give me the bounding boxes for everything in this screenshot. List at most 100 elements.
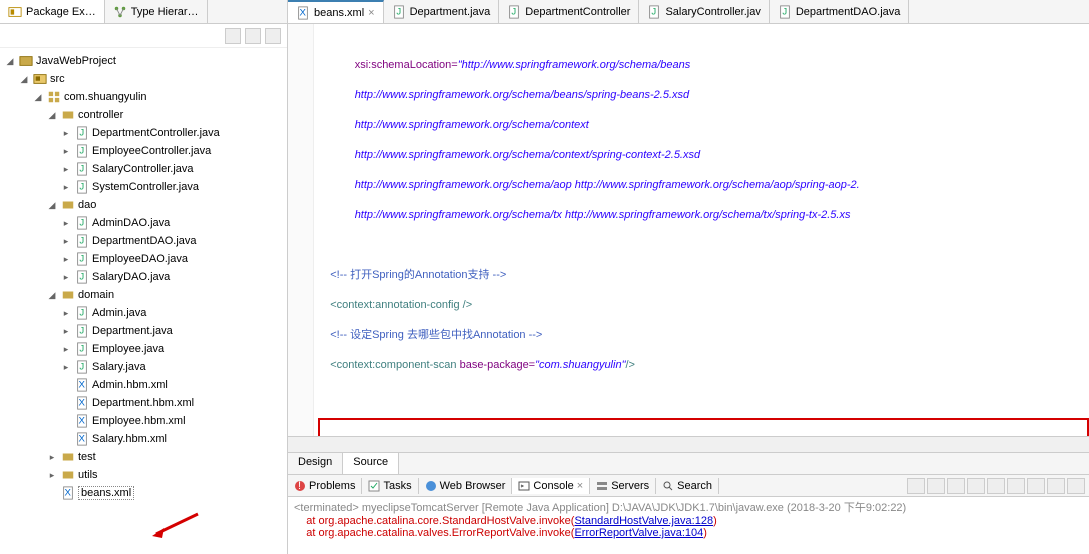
editor-tab-label: DepartmentDAO.java <box>796 6 901 18</box>
svg-text:J: J <box>79 326 84 337</box>
code-editor[interactable]: xsi:schemaLocation="http://www.springfra… <box>288 24 1089 436</box>
tree-label: com.shuangyulin <box>64 91 147 103</box>
code-line: <context:annotation-config /> <box>318 298 1089 313</box>
project-tree[interactable]: ◢JavaWebProject ◢src ◢com.shuangyulin ◢c… <box>0 48 287 554</box>
tab-design[interactable]: Design <box>288 453 343 474</box>
tab-type-hierarchy[interactable]: Type Hierar… <box>105 0 208 23</box>
tree-package[interactable]: ◢com.shuangyulin <box>0 88 287 106</box>
tree-java-file[interactable]: ▸JDepartment.java <box>0 322 287 340</box>
highlighted-code-block: <bean id="dataSource" class="com.mchange… <box>318 418 1089 436</box>
editor-tab-beans[interactable]: Xbeans.xml× <box>288 0 384 23</box>
view-tab-tasks[interactable]: Tasks <box>362 478 418 494</box>
tree-java-file[interactable]: ▸JEmployee.java <box>0 340 287 358</box>
tree-dao[interactable]: ◢dao <box>0 196 287 214</box>
view-tab-web[interactable]: Web Browser <box>419 478 513 494</box>
tree-java-file[interactable]: ▸JDepartmentController.java <box>0 124 287 142</box>
editor-tab[interactable]: JDepartmentController <box>499 0 639 23</box>
stacktrace-link[interactable]: ErrorReportValve.java:104 <box>574 527 703 539</box>
tree-src[interactable]: ◢src <box>0 70 287 88</box>
package-icon <box>61 108 75 122</box>
view-tab-search[interactable]: Search <box>656 478 719 494</box>
stacktrace-link[interactable]: StandardHostValve.java:128 <box>574 515 713 527</box>
tree-domain[interactable]: ◢domain <box>0 286 287 304</box>
tree-xml-file[interactable]: XAdmin.hbm.xml <box>0 376 287 394</box>
close-icon[interactable]: × <box>577 480 583 492</box>
tree-utils[interactable]: ▸utils <box>0 466 287 484</box>
remove-all-button[interactable] <box>927 478 945 494</box>
tree-java-file[interactable]: ▸JSystemController.java <box>0 178 287 196</box>
tree-label: dao <box>78 199 96 211</box>
svg-text:J: J <box>79 128 84 139</box>
console-status: <terminated> myeclipseTomcatServer [Remo… <box>294 499 1083 515</box>
view-tab-console[interactable]: Console × <box>512 478 590 494</box>
tab-package-explorer[interactable]: Package Ex… <box>0 0 105 23</box>
tree-java-file[interactable]: ▸JAdmin.java <box>0 304 287 322</box>
svg-text:J: J <box>79 344 84 355</box>
collapse-all-button[interactable] <box>225 28 241 44</box>
svg-text:J: J <box>79 236 84 247</box>
tree-label: SystemController.java <box>92 181 199 193</box>
tree-xml-file[interactable]: XSalary.hbm.xml <box>0 430 287 448</box>
view-label: Search <box>677 480 712 492</box>
editor-tab[interactable]: JDepartment.java <box>384 0 500 23</box>
pin-console-button[interactable] <box>987 478 1005 494</box>
tree-java-file[interactable]: ▸JEmployeeDAO.java <box>0 250 287 268</box>
view-menu-button[interactable] <box>265 28 281 44</box>
open-console-button[interactable] <box>1027 478 1045 494</box>
tree-label: test <box>78 451 96 463</box>
code-line: http://www.springframework.org/schema/tx… <box>318 208 1089 223</box>
tree-project[interactable]: ◢JavaWebProject <box>0 52 287 70</box>
svg-text:J: J <box>79 164 84 175</box>
tree-java-file[interactable]: ▸JDepartmentDAO.java <box>0 232 287 250</box>
tree-xml-file[interactable]: XEmployee.hbm.xml <box>0 412 287 430</box>
tree-test[interactable]: ▸test <box>0 448 287 466</box>
svg-text:X: X <box>79 380 86 391</box>
tree-java-file[interactable]: ▸JSalary.java <box>0 358 287 376</box>
clear-console-button[interactable] <box>947 478 965 494</box>
editor-tab[interactable]: JDepartmentDAO.java <box>770 0 910 23</box>
globe-icon <box>425 480 437 492</box>
svg-text:J: J <box>79 254 84 265</box>
package-explorer-icon <box>8 5 22 19</box>
java-file-icon: J <box>75 162 89 176</box>
editor-tab-label: Department.java <box>410 6 491 18</box>
type-hierarchy-icon <box>113 5 127 19</box>
tree-java-file[interactable]: ▸JAdminDAO.java <box>0 214 287 232</box>
sidebar: Package Ex… Type Hierar… ◢JavaWebProject… <box>0 0 288 554</box>
tree-label: controller <box>78 109 123 121</box>
tree-beans-xml[interactable]: Xbeans.xml <box>0 484 287 502</box>
minimize-view-button[interactable] <box>1047 478 1065 494</box>
tree-label: EmployeeController.java <box>92 145 211 157</box>
tree-controller[interactable]: ◢controller <box>0 106 287 124</box>
tree-label: Employee.java <box>92 343 164 355</box>
tree-java-file[interactable]: ▸JEmployeeController.java <box>0 142 287 160</box>
tree-java-file[interactable]: ▸JSalaryDAO.java <box>0 268 287 286</box>
tab-source[interactable]: Source <box>343 453 399 474</box>
view-label: Tasks <box>383 480 411 492</box>
svg-text:J: J <box>79 146 84 157</box>
maximize-view-button[interactable] <box>1067 478 1085 494</box>
view-tabs: !Problems Tasks Web Browser Console × Se… <box>288 475 1089 497</box>
horizontal-scrollbar[interactable] <box>288 436 1089 452</box>
java-file-icon: J <box>75 306 89 320</box>
editor-tab[interactable]: J SalaryController.jav <box>639 0 769 23</box>
view-tab-problems[interactable]: !Problems <box>288 478 362 494</box>
console-toolbar <box>907 478 1089 494</box>
src-folder-icon <box>33 72 47 86</box>
display-console-button[interactable] <box>1007 478 1025 494</box>
editor-gutter <box>288 24 314 436</box>
problems-icon: ! <box>294 480 306 492</box>
tree-xml-file[interactable]: XDepartment.hbm.xml <box>0 394 287 412</box>
tab-label: Type Hierar… <box>131 6 199 18</box>
editor-tab-label: SalaryController.jav <box>665 6 760 18</box>
main-area: Xbeans.xml× JDepartment.java JDepartment… <box>288 0 1089 554</box>
scroll-lock-button[interactable] <box>967 478 985 494</box>
remove-launch-button[interactable] <box>907 478 925 494</box>
java-file-icon: J <box>647 5 661 19</box>
svg-text:J: J <box>79 272 84 283</box>
console-output[interactable]: <terminated> myeclipseTomcatServer [Remo… <box>288 497 1089 554</box>
tree-java-file[interactable]: ▸JSalaryController.java <box>0 160 287 178</box>
link-editor-button[interactable] <box>245 28 261 44</box>
view-tab-servers[interactable]: Servers <box>590 478 656 494</box>
close-icon[interactable]: × <box>368 7 374 19</box>
